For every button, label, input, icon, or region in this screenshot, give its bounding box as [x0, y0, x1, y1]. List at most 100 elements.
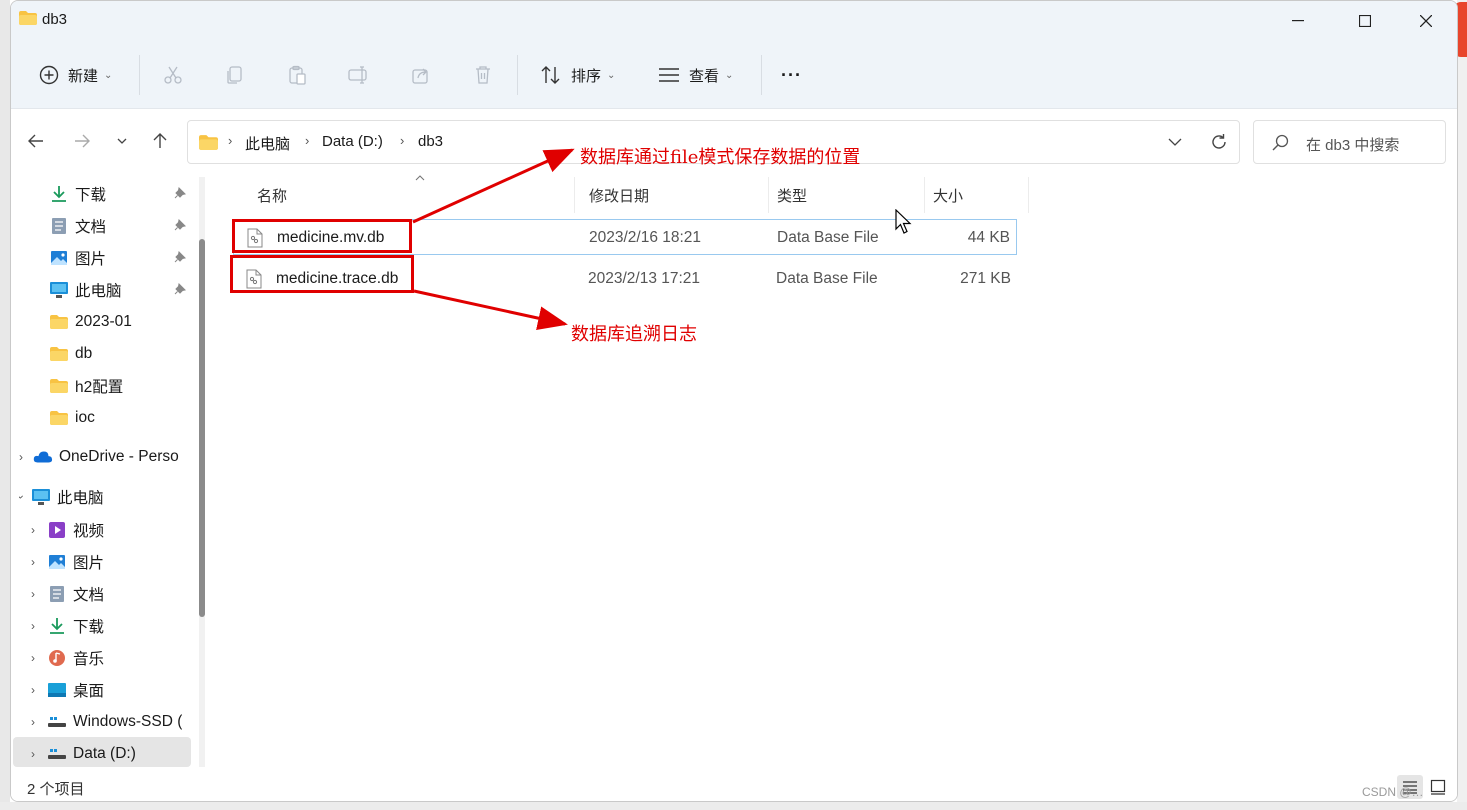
nav-item-label: 此电脑 [57, 490, 104, 507]
chevron-right-icon: › [228, 133, 233, 148]
copy-icon [223, 63, 247, 87]
new-button[interactable]: 新建 ⌄ [37, 55, 112, 95]
nav-item-quick[interactable]: db [49, 339, 92, 369]
nav-item-quick[interactable]: 下载 [49, 179, 106, 209]
sort-arrows-icon [539, 63, 563, 87]
breadcrumb-db3[interactable]: db3 [418, 133, 443, 150]
window-title: db3 [42, 11, 68, 28]
chevron-right-icon[interactable]: › [31, 747, 35, 761]
nav-item-label: 视频 [73, 523, 105, 540]
sort-button[interactable]: 排序 ⌄ [539, 55, 615, 95]
search-icon [1272, 134, 1289, 151]
up-button[interactable] [147, 128, 173, 154]
more-button[interactable]: ··· [781, 55, 802, 95]
toolbar-divider [139, 55, 140, 95]
explorer-window: db3 新建 ⌄ 排序 ⌄ 查看 ⌄ ··· › 此电脑 › Data (D:)… [10, 0, 1458, 802]
cut-button[interactable] [161, 55, 185, 95]
file-type: Data Base File [777, 229, 879, 246]
chevron-down-icon[interactable] [1168, 138, 1182, 146]
tiles-view-button[interactable] [1425, 775, 1451, 799]
delete-button[interactable] [471, 55, 495, 95]
close-button[interactable] [1397, 1, 1455, 41]
nav-item-onedrive[interactable]: › OneDrive - Perso [19, 442, 179, 472]
minimize-button[interactable] [1269, 1, 1327, 41]
nav-item-this-pc[interactable]: › 此电脑 [19, 482, 104, 512]
column-header-size-label: 大小 [933, 187, 964, 205]
recent-locations-button[interactable] [109, 128, 135, 154]
breadcrumb-this-pc[interactable]: 此电脑 [245, 133, 290, 154]
music-icon [47, 648, 67, 668]
chevron-right-icon[interactable]: › [31, 619, 35, 633]
nav-item-label: Data (D:) [73, 745, 136, 762]
chevron-right-icon[interactable]: › [31, 651, 35, 665]
watermark: CSDN @… [1362, 785, 1424, 799]
refresh-icon[interactable] [1210, 133, 1228, 151]
scissors-icon [161, 63, 185, 87]
nav-item-label: ioc [75, 409, 95, 426]
nav-item-quick[interactable]: 文档 [49, 211, 106, 241]
nav-item-label: h2配置 [75, 379, 124, 396]
column-header-type[interactable]: 类型 [769, 177, 925, 213]
column-header-date[interactable]: 修改日期 [581, 177, 769, 213]
nav-item-pc[interactable]: › Windows-SSD ( [31, 707, 182, 737]
nav-item-pc[interactable]: › 图片 [31, 547, 104, 577]
back-button[interactable] [23, 128, 49, 154]
nav-item-pc[interactable]: › 下载 [31, 611, 104, 641]
background-taskbar-edge [0, 802, 1467, 810]
rename-button[interactable] [347, 55, 371, 95]
pin-icon [174, 250, 187, 266]
nav-scrollbar-thumb[interactable] [199, 239, 205, 617]
share-icon [409, 63, 433, 87]
search-box[interactable]: 在 db3 中搜索 [1253, 120, 1446, 164]
plus-circle-icon [37, 63, 61, 87]
maximize-button[interactable] [1336, 1, 1394, 41]
chevron-down-icon[interactable]: › [19, 495, 28, 499]
toolbar-divider [517, 55, 518, 95]
computer-icon [49, 280, 69, 300]
nav-item-quick[interactable]: 图片 [49, 243, 106, 273]
mouse-cursor-icon [895, 209, 912, 234]
pin-icon [174, 218, 187, 234]
copy-button[interactable] [223, 55, 247, 95]
nav-item-pc[interactable]: › 音乐 [31, 643, 104, 673]
nav-item-pc[interactable]: › 文档 [31, 579, 104, 609]
column-header-name[interactable]: 名称 [249, 177, 575, 213]
chevron-right-icon[interactable]: › [31, 683, 35, 697]
nav-item-label: 文档 [75, 219, 107, 236]
search-input[interactable]: 在 db3 中搜索 [1306, 134, 1399, 155]
chevron-right-icon[interactable]: › [31, 715, 35, 729]
nav-item-label: 2023-01 [75, 313, 132, 330]
nav-item-pc[interactable]: › 桌面 [31, 675, 104, 705]
view-button[interactable]: 查看 ⌄ [657, 55, 733, 95]
sort-ascending-icon [415, 175, 425, 181]
nav-item-quick[interactable]: ioc [49, 403, 95, 433]
new-label: 新建 [68, 67, 99, 85]
chevron-down-icon: ⌄ [725, 69, 734, 81]
pin-icon [174, 282, 187, 298]
chevron-right-icon[interactable]: › [31, 587, 35, 601]
nav-item-quick[interactable]: h2配置 [49, 371, 123, 401]
tiles-view-icon [1430, 779, 1446, 795]
nav-item-pc[interactable]: › 视频 [31, 515, 104, 545]
chevron-right-icon[interactable]: › [31, 523, 35, 537]
nav-item-label: Windows-SSD ( [73, 713, 183, 730]
nav-item-pc[interactable]: › Data (D:) [31, 739, 136, 769]
nav-item-label: db [75, 345, 93, 362]
chevron-right-icon[interactable]: › [19, 450, 23, 464]
computer-icon [31, 487, 51, 507]
folder-icon [49, 312, 69, 332]
forward-button[interactable] [69, 128, 95, 154]
chevron-right-icon[interactable]: › [31, 555, 35, 569]
chevron-right-icon: › [305, 133, 310, 148]
folder-icon [49, 376, 69, 396]
nav-item-label: 音乐 [73, 651, 105, 668]
paste-button[interactable] [285, 55, 309, 95]
item-count: 2 个项目 [27, 781, 85, 798]
column-header-size[interactable]: 大小 [925, 177, 1029, 213]
share-button[interactable] [409, 55, 433, 95]
background-window-right [1457, 0, 1467, 810]
chevron-right-icon: › [400, 133, 405, 148]
breadcrumb-data-drive[interactable]: Data (D:) [322, 133, 383, 150]
nav-item-quick[interactable]: 2023-01 [49, 307, 132, 337]
nav-item-quick[interactable]: 此电脑 [49, 275, 122, 305]
